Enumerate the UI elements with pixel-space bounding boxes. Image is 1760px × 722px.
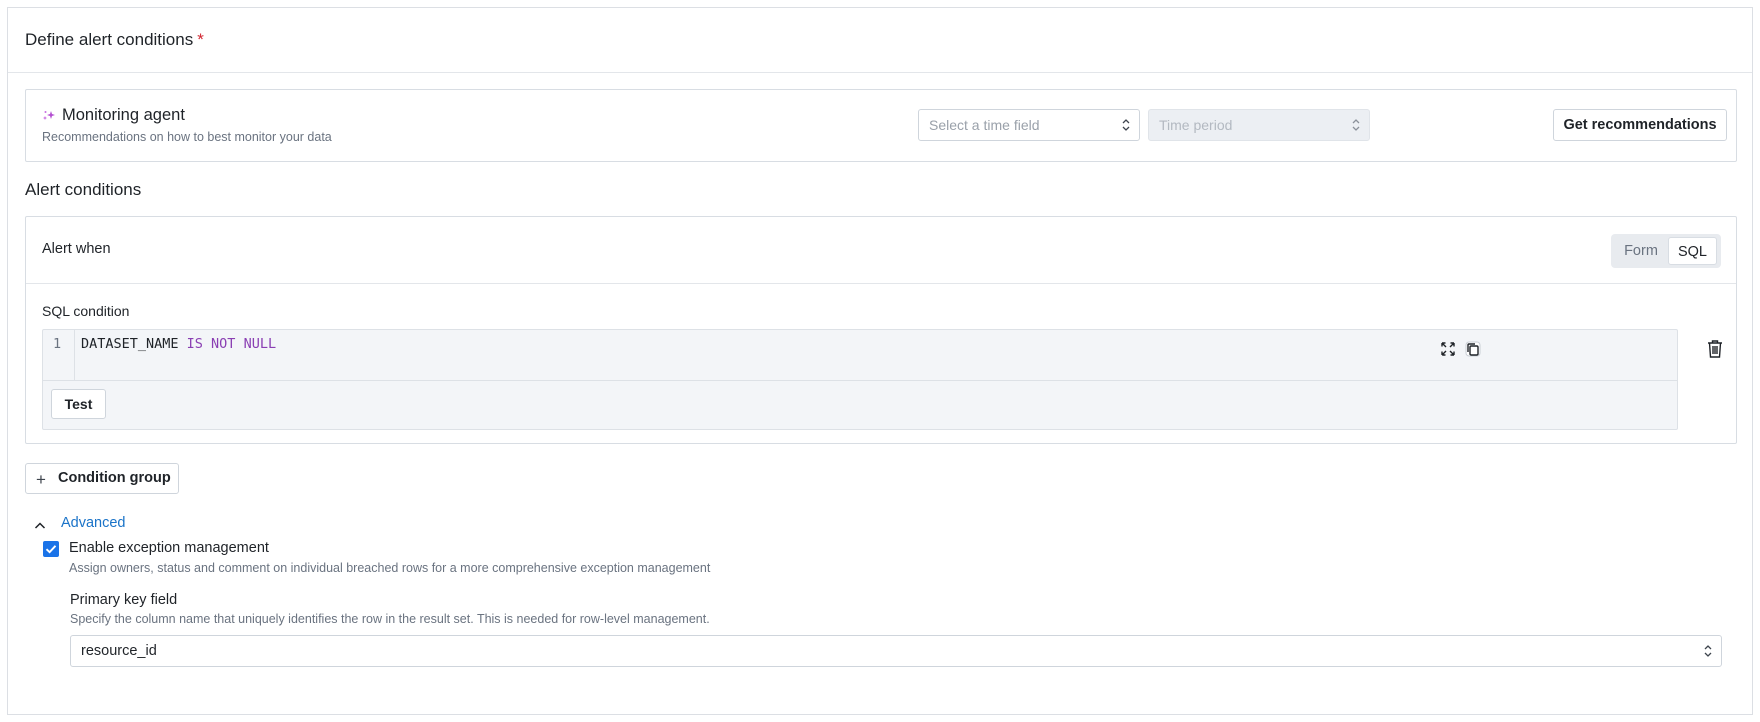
exception-management-label: Enable exception management — [69, 540, 269, 556]
advanced-toggle[interactable]: Advanced — [61, 515, 126, 531]
panel-header: Define alert conditions * — [8, 8, 1752, 73]
condition-group: Alert when Form SQL SQL condition 1 DATA… — [25, 216, 1737, 444]
chevron-updown-icon — [1122, 119, 1130, 131]
agent-subtitle: Recommendations on how to best monitor y… — [42, 130, 332, 144]
condition-group-header: Alert when Form SQL — [26, 217, 1736, 284]
sparkle-icon — [43, 111, 55, 120]
line-number: 1 — [53, 336, 62, 352]
check-icon — [45, 545, 57, 554]
add-condition-group-button[interactable]: + Condition group — [25, 463, 179, 494]
exception-management-description: Assign owners, status and comment on ind… — [69, 561, 711, 575]
primary-key-select[interactable]: resource_id — [70, 635, 1722, 667]
time-field-select[interactable]: Select a time field — [918, 109, 1140, 141]
trash-icon[interactable] — [1706, 339, 1724, 359]
mode-form-tab[interactable]: Form — [1615, 237, 1667, 265]
chevron-updown-icon — [1352, 119, 1360, 131]
code-identifier: DATASET_NAME — [81, 336, 187, 352]
alert-when-label: Alert when — [42, 241, 111, 257]
time-period-placeholder: Time period — [1159, 117, 1233, 133]
expand-icon[interactable] — [1437, 338, 1459, 360]
condition-group-label: Condition group — [58, 470, 171, 486]
title-text: Define alert conditions — [25, 30, 194, 49]
exception-management-checkbox[interactable] — [43, 541, 59, 557]
mode-sql-tab[interactable]: SQL — [1668, 237, 1717, 265]
agent-title: Monitoring agent — [62, 106, 185, 124]
required-mark: * — [197, 30, 204, 49]
primary-key-description: Specify the column name that uniquely id… — [70, 612, 710, 626]
get-recommendations-button[interactable]: Get recommendations — [1553, 109, 1727, 141]
sql-editor[interactable]: 1 DATASET_NAME IS NOT NULL Test — [42, 329, 1678, 430]
test-button[interactable]: Test — [51, 389, 106, 419]
alert-conditions-panel: Define alert conditions * Monitoring agen… — [7, 7, 1753, 715]
page-title: Define alert conditions * — [25, 30, 204, 50]
chevron-updown-icon — [1704, 645, 1712, 657]
code-keyword: IS NOT NULL — [186, 336, 277, 352]
plus-icon: + — [36, 470, 46, 489]
alert-conditions-title: Alert conditions — [25, 180, 142, 199]
chevron-up-icon[interactable] — [34, 521, 46, 531]
sql-code[interactable]: DATASET_NAME IS NOT NULL — [81, 336, 276, 352]
time-period-select[interactable]: Time period — [1148, 109, 1370, 141]
monitoring-agent-card: Monitoring agent Recommendations on how … — [25, 89, 1737, 162]
copy-icon[interactable] — [1462, 338, 1484, 360]
editor-gutter: 1 — [43, 330, 75, 380]
primary-key-value: resource_id — [81, 643, 157, 659]
primary-key-label: Primary key field — [70, 592, 178, 608]
time-field-placeholder: Select a time field — [929, 117, 1040, 133]
mode-toggle: Form SQL — [1611, 234, 1721, 268]
sql-condition-label: SQL condition — [42, 303, 130, 319]
editor-divider — [43, 380, 1677, 381]
